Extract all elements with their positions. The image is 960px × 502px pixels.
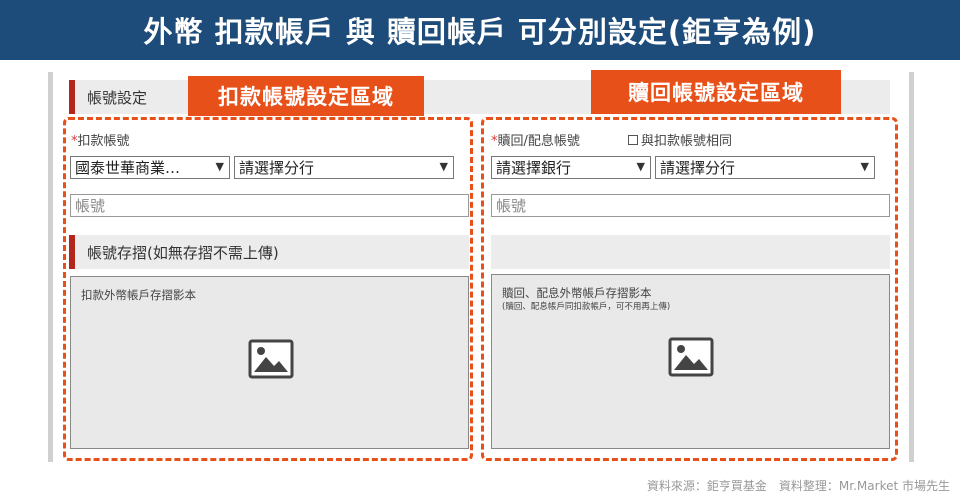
- upload-debit-text: 扣款外幣帳戶存摺影本: [81, 288, 196, 302]
- chevron-down-icon: ▼: [439, 160, 448, 173]
- debit-bank-select[interactable]: 國泰世華商業… ▼: [70, 156, 230, 179]
- redeem-account-input[interactable]: 帳號: [491, 194, 890, 217]
- section-title: 帳號設定: [87, 88, 148, 107]
- redeem-branch-select[interactable]: 請選擇分行 ▼: [655, 156, 875, 179]
- debit-account-input[interactable]: 帳號: [70, 194, 469, 217]
- section-header-passbook-right: [491, 235, 890, 269]
- upload-redeem-subtext: (贖回、配息帳戶同扣款帳戶，可不用再上傳): [502, 302, 671, 312]
- chevron-down-icon: ▼: [636, 160, 645, 173]
- chevron-down-icon: ▼: [215, 160, 224, 173]
- checkbox-box[interactable]: [628, 134, 638, 145]
- redeem-bank-select[interactable]: 請選擇銀行 ▼: [491, 156, 651, 179]
- debit-area-annotation: 扣款帳號設定區域: [188, 76, 424, 116]
- section-header-passbook: 帳號存摺(如無存摺不需上傳): [69, 235, 469, 269]
- debit-passbook-upload[interactable]: 扣款外幣帳戶存摺影本: [70, 276, 469, 449]
- redeem-account-label: *贖回/配息帳號: [491, 134, 580, 149]
- chevron-down-icon: ▼: [860, 160, 869, 173]
- banner-title: 外幣 扣款帳戶 與 贖回帳戶 可分別設定(鉅亨為例): [0, 0, 960, 60]
- image-placeholder-icon: [248, 339, 294, 379]
- redeem-area-annotation: 贖回帳號設定區域: [591, 70, 841, 114]
- debit-branch-select[interactable]: 請選擇分行 ▼: [234, 156, 454, 179]
- debit-account-label: *扣款帳號: [71, 134, 130, 149]
- redeem-passbook-upload[interactable]: 贖回、配息外幣帳戶存摺影本 (贖回、配息帳戶同扣款帳戶，可不用再上傳): [491, 274, 890, 449]
- upload-redeem-text: 贖回、配息外幣帳戶存摺影本: [502, 286, 652, 300]
- passbook-section-title: 帳號存摺(如無存摺不需上傳): [87, 243, 279, 262]
- footer-credit: 資料來源：鉅亨買基金 資料整理：Mr.Market 市場先生: [646, 479, 950, 493]
- header-accent-bar: [69, 235, 75, 269]
- header-accent-bar: [69, 80, 75, 114]
- image-placeholder-icon: [668, 337, 714, 377]
- same-as-debit-checkbox[interactable]: 與扣款帳號相同: [628, 130, 732, 149]
